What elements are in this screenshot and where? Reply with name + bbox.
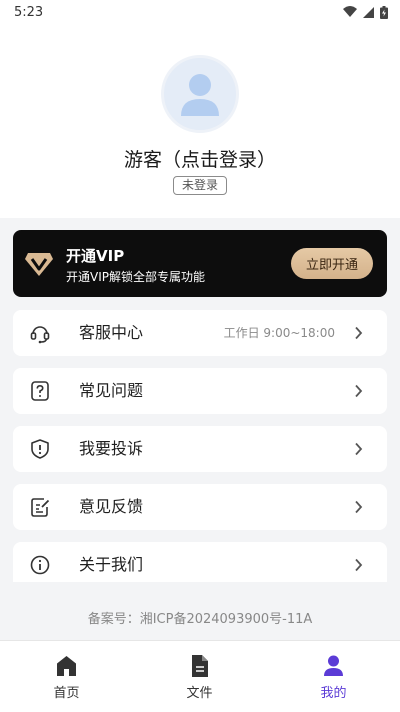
- menu-item-complaint[interactable]: 我要投诉: [13, 426, 387, 472]
- vip-diamond-icon: [25, 253, 53, 276]
- menu-label: 常见问题: [79, 381, 144, 400]
- vip-card[interactable]: 开通VIP 开通VIP解锁全部专属功能 立即开通: [13, 230, 387, 297]
- complaint-icon: [31, 439, 49, 459]
- home-icon: [57, 656, 76, 676]
- avatar[interactable]: [161, 55, 239, 133]
- menu-item-feedback[interactable]: 意见反馈: [13, 484, 387, 530]
- info-icon: [30, 555, 50, 575]
- feedback-icon: [31, 498, 50, 517]
- chevron-right-icon: [355, 384, 363, 398]
- menu-item-faq[interactable]: 常见问题: [13, 368, 387, 414]
- menu-label: 我要投诉: [79, 439, 144, 458]
- wifi-icon: [343, 6, 357, 17]
- battery-icon: [380, 5, 388, 19]
- chevron-right-icon: [355, 442, 363, 456]
- vip-title: 开通VIP: [66, 247, 125, 265]
- tab-files[interactable]: 文件: [133, 641, 266, 712]
- chevron-right-icon: [355, 558, 363, 572]
- menu-item-about[interactable]: 关于我们: [13, 542, 387, 582]
- profile-header[interactable]: 游客（点击登录） 未登录: [0, 24, 400, 218]
- menu-label: 关于我们: [79, 555, 144, 574]
- menu-label: 客服中心: [79, 323, 144, 342]
- chevron-right-icon: [355, 326, 363, 340]
- tab-mine[interactable]: 我的: [267, 641, 400, 712]
- user-icon: [324, 655, 343, 676]
- status-icons: [343, 5, 388, 19]
- tab-label: 文件: [186, 686, 213, 701]
- status-time: 5:23: [14, 4, 44, 20]
- tab-label: 我的: [320, 686, 347, 701]
- profile-name[interactable]: 游客（点击登录）: [0, 145, 400, 172]
- default-avatar-icon: [181, 74, 219, 116]
- login-status-badge: 未登录: [173, 176, 227, 195]
- service-hours: 工作日 9:00~18:00: [223, 326, 335, 340]
- icp-record-number[interactable]: 备案号：湘ICP备2024093900号-11A: [0, 608, 400, 627]
- open-vip-button[interactable]: 立即开通: [291, 248, 373, 279]
- tab-home[interactable]: 首页: [0, 641, 133, 712]
- menu-item-customer-service[interactable]: 客服中心 工作日 9:00~18:00: [13, 310, 387, 356]
- status-bar: 5:23: [0, 0, 400, 24]
- tab-label: 首页: [53, 686, 80, 701]
- vip-subtitle: 开通VIP解锁全部专属功能: [66, 270, 205, 284]
- chevron-right-icon: [355, 500, 363, 514]
- signal-icon: [363, 6, 374, 18]
- bottom-tab-bar: 首页 文件 我的: [0, 640, 400, 712]
- menu-label: 意见反馈: [79, 497, 144, 516]
- headset-icon: [30, 326, 50, 344]
- file-icon: [192, 655, 208, 677]
- question-icon: [31, 381, 49, 401]
